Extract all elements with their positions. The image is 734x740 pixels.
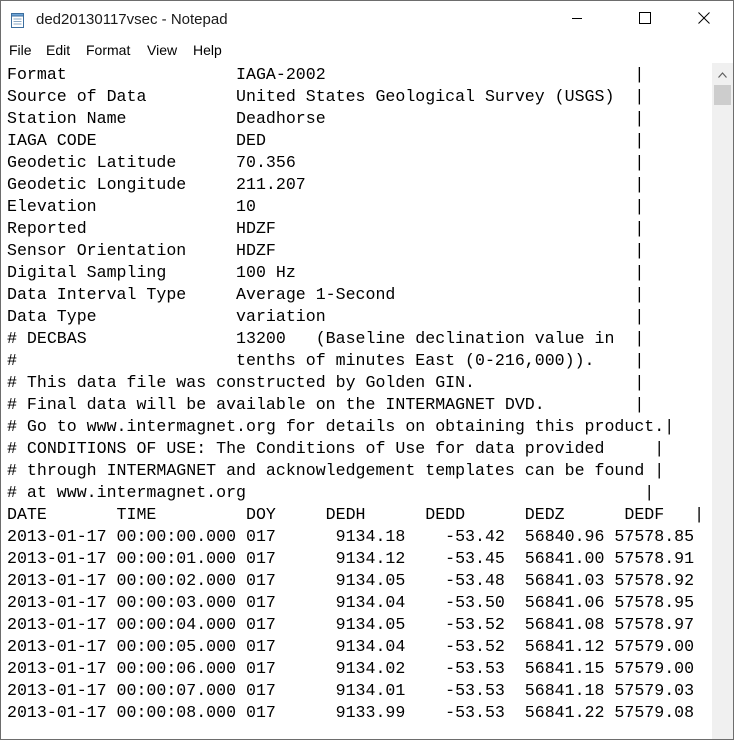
text-line: DATE TIME DOY DEDH DEDD DEDZ DEDF |: [7, 505, 705, 524]
minimize-button[interactable]: [554, 1, 600, 39]
scroll-thumb[interactable]: [714, 85, 731, 105]
menu-edit[interactable]: Edit: [46, 42, 70, 58]
menu-help[interactable]: Help: [193, 42, 222, 58]
text-line: Sensor Orientation HDZF |: [7, 241, 645, 260]
text-line: # CONDITIONS OF USE: The Conditions of U…: [7, 439, 665, 458]
text-line: 2013-01-17 00:00:07.000 017 9134.01 -53.…: [7, 681, 695, 700]
menu-format[interactable]: Format: [86, 42, 130, 58]
text-line: 2013-01-17 00:00:01.000 017 9134.12 -53.…: [7, 549, 695, 568]
text-line: IAGA CODE DED |: [7, 131, 645, 150]
scroll-up-button[interactable]: [712, 63, 733, 84]
close-icon: [698, 11, 710, 29]
vertical-scrollbar[interactable]: [712, 63, 733, 739]
text-line: 2013-01-17 00:00:03.000 017 9134.04 -53.…: [7, 593, 695, 612]
text-line: Source of Data United States Geological …: [7, 87, 645, 106]
close-button[interactable]: [681, 1, 727, 39]
menu-view[interactable]: View: [147, 42, 177, 58]
maximize-button[interactable]: [622, 1, 668, 39]
text-line: Geodetic Latitude 70.356 |: [7, 153, 645, 172]
text-line: # This data file was constructed by Gold…: [7, 373, 645, 392]
text-line: 2013-01-17 00:00:08.000 017 9133.99 -53.…: [7, 703, 695, 722]
text-line: Data Interval Type Average 1-Second |: [7, 285, 645, 304]
notepad-icon: [10, 11, 26, 29]
text-line: Format IAGA-2002 |: [7, 65, 645, 84]
text-line: 2013-01-17 00:00:02.000 017 9134.05 -53.…: [7, 571, 695, 590]
notepad-window: ded20130117vsec - Notepad File Edit Form…: [0, 0, 734, 740]
title-bar[interactable]: ded20130117vsec - Notepad: [1, 1, 733, 39]
text-line: # Go to www.intermagnet.org for details …: [7, 417, 675, 436]
text-line: Reported HDZF |: [7, 219, 645, 238]
menu-file[interactable]: File: [9, 42, 32, 58]
menu-bar: File Edit Format View Help: [1, 39, 733, 63]
document-text: Format IAGA-2002 | Source of Data United …: [7, 64, 704, 724]
text-line: # Final data will be available on the IN…: [7, 395, 645, 414]
text-line: # tenths of minutes East (0-216,000)). |: [7, 351, 645, 370]
minimize-icon: [571, 11, 583, 29]
scroll-up-arrow-icon: [718, 65, 727, 83]
text-line: # at www.intermagnet.org |: [7, 483, 655, 502]
text-line: # DECBAS 13200 (Baseline declination val…: [7, 329, 645, 348]
text-line: Geodetic Longitude 211.207 |: [7, 175, 645, 194]
text-line: 2013-01-17 00:00:05.000 017 9134.04 -53.…: [7, 637, 695, 656]
text-line: Station Name Deadhorse |: [7, 109, 645, 128]
text-line: Elevation 10 |: [7, 197, 645, 216]
text-line: Data Type variation |: [7, 307, 645, 326]
text-line: Digital Sampling 100 Hz |: [7, 263, 645, 282]
text-line: 2013-01-17 00:00:00.000 017 9134.18 -53.…: [7, 527, 695, 546]
text-line: 2013-01-17 00:00:04.000 017 9134.05 -53.…: [7, 615, 695, 634]
text-editor[interactable]: Format IAGA-2002 | Source of Data United …: [1, 63, 711, 739]
text-line: # through INTERMAGNET and acknowledgemen…: [7, 461, 665, 480]
maximize-icon: [639, 11, 651, 29]
window-title: ded20130117vsec - Notepad: [36, 11, 228, 28]
text-line: 2013-01-17 00:00:06.000 017 9134.02 -53.…: [7, 659, 695, 678]
